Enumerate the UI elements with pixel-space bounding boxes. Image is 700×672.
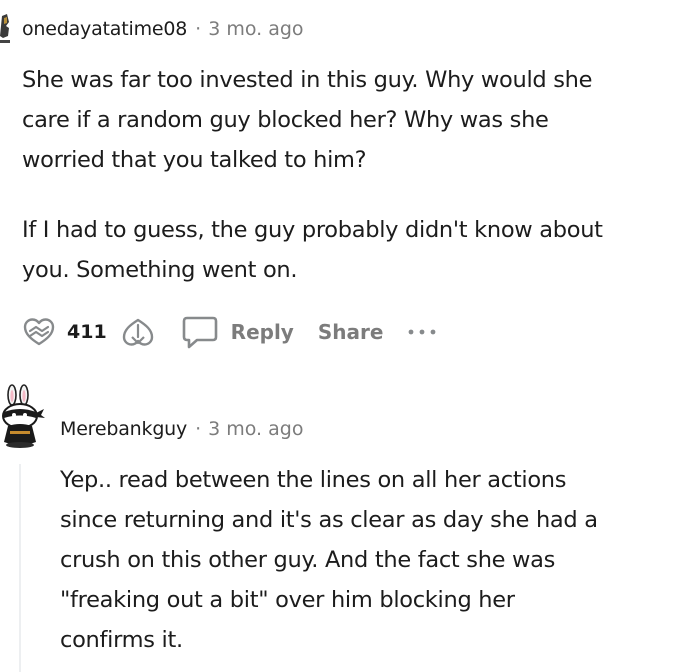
meta-separator: ·	[195, 18, 202, 40]
avatar-icon[interactable]	[0, 14, 12, 44]
comment-text-line: confirms it.	[60, 627, 183, 653]
comment-text-line: crush on this other guy. And the fact sh…	[60, 547, 556, 573]
meta-separator: ·	[195, 418, 202, 440]
comment-text-line: worried that you talked to him?	[22, 147, 367, 173]
comment-paragraph: If I had to guess, the guy probably didn…	[22, 210, 603, 290]
snoo-avatar-icon[interactable]	[0, 382, 46, 454]
share-button[interactable]: Share	[318, 320, 384, 344]
comment-text-line: since returning and it's as clear as day…	[60, 507, 598, 533]
comment-header: Merebankguy · 3 mo. ago	[60, 414, 303, 444]
timestamp-link[interactable]: 3 mo. ago	[208, 418, 303, 440]
comment-text-line: She was far too invested in this guy. Wh…	[22, 67, 593, 93]
comment-text-line: you. Something went on.	[22, 257, 298, 283]
comment-paragraph: Yep.. read between the lines on all her …	[60, 460, 598, 660]
comment-text-line: "freaking out a bit" over him blocking h…	[60, 587, 515, 613]
comment-bubble-icon	[181, 314, 219, 350]
timestamp-link[interactable]: 3 mo. ago	[208, 18, 303, 40]
comment-text-line: care if a random guy blocked her? Why wa…	[22, 107, 549, 133]
thread-line[interactable]	[19, 464, 21, 672]
reply-label: Reply	[230, 320, 294, 344]
comment-text-line: If I had to guess, the guy probably didn…	[22, 217, 603, 243]
comment-text-line: Yep.. read between the lines on all her …	[60, 467, 567, 493]
downvote-icon[interactable]	[121, 317, 155, 347]
comment-header: onedayatatime08 · 3 mo. ago	[22, 16, 304, 42]
reply-button[interactable]: Reply	[181, 314, 294, 350]
comment-action-bar: 411 Reply Share	[22, 312, 437, 352]
username-link[interactable]: Merebankguy	[60, 418, 187, 440]
comment-paragraph: She was far too invested in this guy. Wh…	[22, 60, 592, 180]
username-link[interactable]: onedayatatime08	[22, 18, 187, 40]
ellipsis-icon[interactable]	[407, 327, 437, 337]
vote-count: 411	[67, 321, 107, 343]
upvote-icon[interactable]	[22, 317, 56, 347]
